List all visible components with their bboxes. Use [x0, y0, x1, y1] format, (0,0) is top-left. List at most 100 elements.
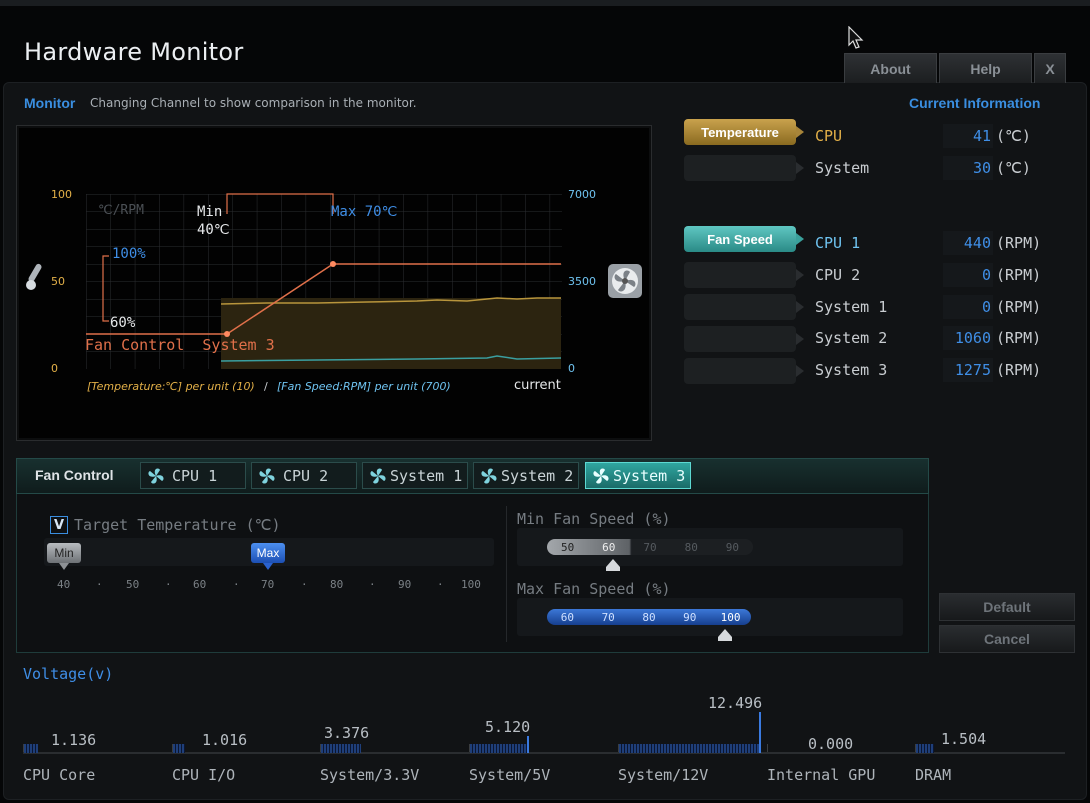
fan-system1-name: System 1	[815, 298, 888, 316]
pct-high-label: 100%	[112, 246, 146, 262]
min-temp-label: 40℃	[197, 222, 230, 238]
fan-icon	[481, 467, 497, 484]
fan-system3-name: System 3	[815, 361, 888, 379]
fan-control-label: Fan Control	[35, 467, 114, 483]
min-fan-pointer-icon[interactable]	[606, 559, 620, 571]
slider-tick: 100	[461, 578, 481, 591]
temp-system-unit: (℃)	[996, 159, 1031, 177]
voltage-label-system-12v: System/12V	[618, 766, 709, 784]
legend-temperature: [Temperature:℃] per unit (10)	[87, 380, 255, 393]
fan-tab-label: System 3	[613, 466, 686, 485]
voltage-value-cpu-io: 1.016	[202, 731, 248, 749]
temp-system-value: 30	[943, 156, 993, 180]
max-label: Max 70℃	[331, 204, 397, 220]
min-fan-speed-label: Min Fan Speed (%)	[517, 510, 671, 528]
target-temperature-label: Target Temperature (℃)	[74, 516, 281, 534]
monitor-description: Changing Channel to show comparison in t…	[90, 96, 417, 110]
fan-speed-tab[interactable]: Fan Speed	[684, 226, 804, 252]
max-temperature-thumb[interactable]: Max	[251, 543, 285, 563]
fan-tab-label: CPU 1	[172, 466, 218, 485]
voltage-divider	[767, 744, 768, 752]
min-fan-option: 50	[560, 540, 575, 554]
voltage-value-system-3v3: 3.376	[324, 724, 370, 742]
fan-tab-cpu1[interactable]: CPU 1	[140, 462, 246, 489]
help-button[interactable]: Help	[939, 53, 1032, 83]
fan-system1-value: 0	[943, 295, 993, 319]
max-fan-speed-label: Max Fan Speed (%)	[517, 580, 671, 598]
current-information-title: Current Information	[909, 95, 1041, 111]
temperature-tab[interactable]: Temperature	[684, 119, 804, 145]
fan-slot	[684, 294, 804, 320]
min-fan-option: 90	[725, 540, 740, 554]
pct-low-label: 60%	[110, 315, 136, 331]
voltage-label-internal-gpu: Internal GPU	[767, 766, 876, 784]
left-axis-label: 50	[51, 275, 65, 288]
fan-system1-unit: (RPM)	[996, 298, 1042, 316]
min-fan-option: 70	[643, 540, 657, 554]
slider-tick: 80	[330, 578, 344, 591]
voltage-label-cpu-core: CPU Core	[23, 766, 96, 784]
slider-tick: 50	[126, 578, 140, 591]
right-axis-label: 0	[568, 362, 575, 375]
min-thumb-pointer	[59, 563, 69, 570]
fan-system2-unit: (RPM)	[996, 329, 1042, 347]
fan-cpu2-value: 0	[943, 263, 993, 287]
fan-tab-cpu2[interactable]: CPU 2	[251, 462, 357, 489]
max-fan-option: 70	[601, 610, 615, 624]
temp-system-name: System	[815, 159, 870, 177]
voltage-value-dram: 1.504	[941, 730, 987, 748]
voltage-cap-system-12v	[759, 712, 761, 753]
right-axis-label: 3500	[568, 275, 596, 288]
fan-icon	[148, 467, 164, 484]
voltage-label-dram: DRAM	[915, 766, 952, 784]
min-temperature-thumb[interactable]: Min	[47, 543, 81, 563]
max-fan-option: 80	[642, 610, 656, 624]
fan-tab-system2[interactable]: System 2	[473, 462, 579, 489]
slider-tick: 40	[57, 578, 71, 591]
min-fan-option: 80	[684, 540, 698, 554]
voltage-title: Voltage(v)	[23, 665, 114, 683]
fan-system2-name: System 2	[815, 329, 888, 347]
fan-slot	[684, 358, 804, 384]
legend-fan-speed: [Fan Speed:RPM] per unit (700)	[277, 380, 451, 393]
fan-system3-unit: (RPM)	[996, 361, 1042, 379]
max-fan-option: 90	[683, 610, 697, 624]
fan-cpu2-name: CPU 2	[815, 266, 861, 284]
panel-divider	[506, 506, 507, 642]
fan-curve-max-point[interactable]	[330, 261, 336, 267]
target-temperature-checkbox[interactable]: V	[50, 516, 68, 534]
monitor-graph: 100 50 0 7000 3500 0 ℃/RPM Min 40℃ Max 7…	[16, 125, 652, 441]
max-thumb-pointer	[263, 563, 273, 570]
slider-tick: ·	[301, 578, 308, 591]
right-axis-label: 7000	[568, 188, 596, 201]
max-fan-pointer-icon[interactable]	[718, 629, 732, 641]
fan-system3-value: 1275	[943, 358, 993, 382]
fan-cpu1-unit: (RPM)	[996, 234, 1042, 252]
default-button[interactable]: Default	[939, 593, 1075, 621]
fan-cpu2-unit: (RPM)	[996, 266, 1042, 284]
fan-tab-system3[interactable]: System 3	[585, 462, 691, 489]
max-fan-speed-slider[interactable]: 60 70 80 90 100	[547, 609, 751, 625]
voltage-value-internal-gpu: 0.000	[808, 735, 854, 753]
fan-tab-system1[interactable]: System 1	[362, 462, 468, 489]
left-axis-label: 100	[51, 188, 72, 201]
top-frame-bar	[0, 0, 1090, 6]
slider-tick: ·	[437, 578, 444, 591]
voltage-bar-cpu-core	[24, 744, 38, 753]
fan-cpu1-value: 440	[943, 231, 993, 255]
monitor-title: Monitor	[24, 95, 76, 111]
current-label: current	[514, 378, 561, 393]
channel-label: Fan Control System 3	[85, 336, 275, 354]
fan-tab-label: System 2	[501, 466, 574, 485]
cancel-button[interactable]: Cancel	[939, 625, 1075, 653]
voltage-value-system-12v: 12.496	[708, 694, 763, 712]
mouse-cursor-icon	[848, 26, 864, 49]
slider-tick: 70	[261, 578, 275, 591]
temp-cpu-name: CPU	[815, 127, 843, 145]
min-fan-speed-slider[interactable]: 50 60 70 80 90	[547, 539, 753, 555]
fan-slot	[684, 262, 804, 288]
slider-tick: ·	[233, 578, 240, 591]
about-button[interactable]: About	[844, 53, 937, 83]
close-button[interactable]: X	[1034, 53, 1066, 83]
voltage-bar-system-5v	[470, 744, 528, 753]
